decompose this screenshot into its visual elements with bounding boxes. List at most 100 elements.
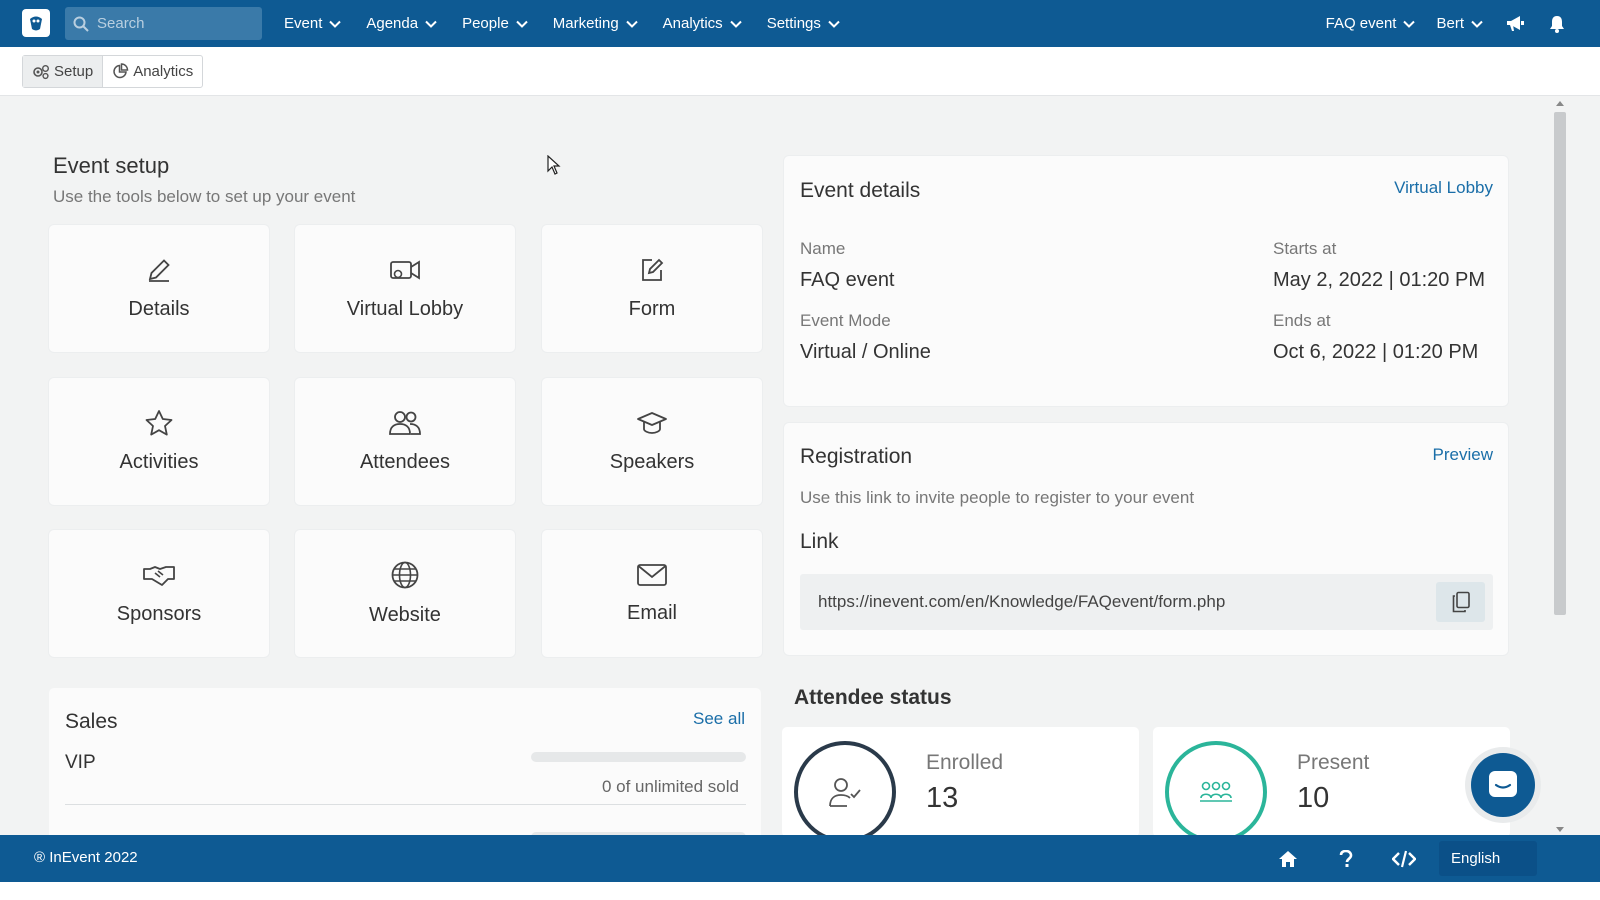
present-ring	[1165, 741, 1267, 837]
footer-bar: ® InEvent 2022 English	[0, 835, 1600, 882]
scroll-up-arrow[interactable]	[1556, 101, 1564, 106]
user-menu[interactable]: Bert	[1426, 0, 1494, 47]
registration-title: Registration	[800, 445, 913, 468]
chat-support-button[interactable]	[1471, 753, 1535, 817]
megaphone-icon	[1507, 15, 1524, 31]
sales-card: Sales See all VIP 0 of unlimited sold	[49, 688, 761, 848]
enrolled-label: Enrolled	[926, 751, 1004, 774]
tile-website[interactable]: Website	[295, 530, 515, 657]
developer-button[interactable]	[1375, 850, 1433, 868]
help-button[interactable]	[1317, 849, 1375, 868]
main-menu: Event Agenda People Marketing Analytics …	[272, 0, 853, 47]
event-selector-label: FAQ event	[1325, 15, 1397, 32]
chevron-down-icon	[828, 20, 840, 28]
chat-icon	[1489, 771, 1517, 797]
nav-agenda-label: Agenda	[366, 15, 419, 32]
enrolled-count: 13	[926, 782, 959, 814]
enrolled-stat-card: Enrolled 13	[782, 727, 1139, 837]
tile-details-label: Details	[128, 298, 190, 320]
tile-speakers-label: Speakers	[609, 451, 695, 473]
chevron-down-icon	[425, 20, 437, 28]
tile-sponsors[interactable]: Sponsors	[49, 530, 269, 657]
nav-analytics-label: Analytics	[662, 15, 723, 32]
nav-settings-label: Settings	[766, 15, 821, 32]
globe-icon	[391, 561, 419, 589]
pencil-icon	[148, 259, 170, 282]
tile-details[interactable]: Details	[49, 225, 269, 352]
chevron-down-icon	[329, 20, 342, 28]
home-button[interactable]	[1259, 850, 1317, 868]
tile-form[interactable]: Form	[542, 225, 762, 352]
copy-link-button[interactable]	[1436, 582, 1485, 622]
copy-icon	[1452, 591, 1470, 613]
search-box[interactable]	[65, 7, 262, 40]
scroll-down-arrow[interactable]	[1556, 827, 1564, 832]
tile-attendees-label: Attendees	[359, 451, 451, 473]
footer-actions	[1259, 835, 1433, 882]
event-selector[interactable]: FAQ event	[1316, 0, 1427, 47]
sales-see-all-link[interactable]: See all	[693, 709, 745, 729]
nav-event[interactable]: Event	[272, 0, 354, 47]
chevron-down-icon	[729, 20, 742, 28]
ends-at-label: Ends at	[1273, 311, 1331, 330]
tab-analytics[interactable]: Analytics	[103, 56, 202, 87]
audience-icon	[1200, 781, 1232, 802]
announcements-button[interactable]	[1494, 0, 1536, 47]
present-count: 10	[1297, 782, 1330, 814]
search-input[interactable]	[97, 15, 257, 32]
graduation-cap-icon	[637, 412, 667, 434]
user-menu-area: FAQ event Bert	[1316, 0, 1600, 47]
bottom-strip	[0, 882, 1600, 900]
users-icon	[389, 411, 421, 435]
pie-chart-icon	[113, 63, 129, 79]
scrollbar-thumb[interactable]	[1554, 112, 1566, 615]
present-label: Present	[1297, 751, 1370, 774]
ends-at-value: Oct 6, 2022 | 01:20 PM	[1273, 341, 1479, 363]
tab-analytics-label: Analytics	[133, 63, 194, 80]
event-details-title: Event details	[800, 179, 921, 202]
tile-virtual-lobby[interactable]: Virtual Lobby	[295, 225, 515, 352]
envelope-icon	[637, 564, 667, 586]
ticket-progress-bar	[531, 752, 746, 762]
present-stat-card: Present 10	[1153, 727, 1510, 837]
nav-people[interactable]: People	[450, 0, 541, 47]
nav-agenda[interactable]: Agenda	[354, 0, 450, 47]
tile-activities-label: Activities	[119, 451, 199, 473]
user-check-icon	[829, 778, 861, 807]
registration-preview-link[interactable]: Preview	[1433, 445, 1493, 465]
inevent-logo[interactable]	[22, 9, 50, 37]
ticket-name: VIP	[65, 752, 96, 773]
tile-website-label: Website	[369, 604, 441, 626]
notifications-button[interactable]	[1536, 0, 1578, 47]
tile-sponsors-label: Sponsors	[116, 603, 202, 625]
virtual-lobby-link[interactable]: Virtual Lobby	[1394, 178, 1493, 198]
registration-url[interactable]: https://inevent.com/en/Knowledge/FAQeven…	[818, 592, 1225, 612]
registration-link-box: https://inevent.com/en/Knowledge/FAQeven…	[800, 574, 1493, 630]
gears-icon	[33, 64, 49, 79]
mouse-cursor-icon	[547, 155, 561, 175]
nav-analytics[interactable]: Analytics	[651, 0, 755, 47]
tab-setup[interactable]: Setup	[23, 56, 104, 87]
logo-icon	[30, 16, 42, 31]
chevron-down-icon	[1403, 20, 1416, 28]
registration-card: Registration Preview Use this link to in…	[784, 423, 1508, 655]
starts-at-label: Starts at	[1273, 239, 1337, 258]
sub-navigation-bar: Setup Analytics	[0, 47, 1600, 96]
page-scrollbar[interactable]	[1552, 100, 1568, 835]
chevron-down-icon	[625, 20, 638, 28]
registration-link-label: Link	[800, 530, 839, 553]
tile-activities[interactable]: Activities	[49, 378, 269, 505]
nav-marketing-label: Marketing	[552, 15, 619, 32]
event-name-label: Name	[800, 239, 846, 258]
language-selector[interactable]: English	[1439, 841, 1537, 876]
nav-settings[interactable]: Settings	[755, 0, 853, 47]
tile-speakers[interactable]: Speakers	[542, 378, 762, 505]
chevron-down-icon	[1471, 20, 1483, 28]
tile-attendees[interactable]: Attendees	[295, 378, 515, 505]
event-mode-value: Virtual / Online	[800, 341, 931, 363]
tile-email[interactable]: Email	[542, 530, 762, 657]
event-details-card: Event details Virtual Lobby Name FAQ eve…	[784, 156, 1508, 406]
event-name-value: FAQ event	[800, 269, 895, 291]
star-icon	[145, 410, 173, 436]
nav-marketing[interactable]: Marketing	[541, 0, 651, 47]
